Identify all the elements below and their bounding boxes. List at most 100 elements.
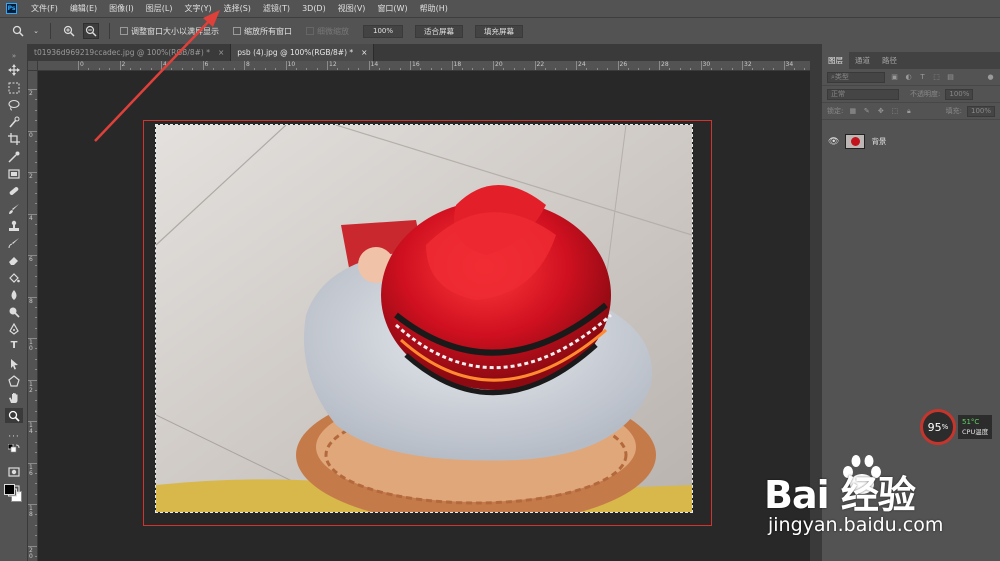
visibility-eye-icon[interactable]: 👁︎ <box>828 137 839 147</box>
zoom-in-icon[interactable] <box>61 23 77 39</box>
document-tab-active[interactable]: psb (4).jpg @ 100%(RGB/8#) * × <box>231 44 375 61</box>
tab-channels[interactable]: 通道 <box>849 52 876 69</box>
shape-filter-icon[interactable]: ⬚ <box>932 73 941 82</box>
menu-layer[interactable]: 图层(L) <box>140 3 179 14</box>
hand-tool-icon[interactable] <box>5 390 23 405</box>
menu-help[interactable]: 帮助(H) <box>414 3 454 14</box>
vertical-ruler[interactable]: 2 0 2 4 6 8 1 0 1 2 1 4 1 6 1 8 2 0 <box>28 61 38 561</box>
ruler-tick <box>28 545 37 547</box>
ruler-tick <box>576 61 577 70</box>
path-selection-tool-icon[interactable] <box>5 356 23 371</box>
foreground-color-swatch[interactable] <box>4 484 15 495</box>
layer-thumbnail <box>845 134 866 149</box>
pen-tool-icon[interactable] <box>5 321 23 336</box>
eyedropper-tool-icon[interactable] <box>5 149 23 164</box>
checkbox-box[interactable] <box>233 27 241 35</box>
lock-artboard-icon[interactable]: ⬚ <box>890 107 899 116</box>
blend-opacity-row: 正常 不透明度: 100% <box>822 86 1000 103</box>
tab-layers[interactable]: 图层 <box>822 52 849 69</box>
lock-position-icon[interactable]: ✥ <box>876 107 885 116</box>
ruler-label: 26 <box>619 61 628 68</box>
document-tab[interactable]: t01936d969219ccadec.jpg @ 100%(RGB/8#) *… <box>28 44 232 61</box>
type-filter-icon[interactable]: T <box>918 73 927 82</box>
document-image[interactable] <box>155 124 693 513</box>
fill-screen-button[interactable]: 填充屏幕 <box>475 24 523 38</box>
lock-fill-row: 锁定: ▦ ✎ ✥ ⬚ 🔒︎ 填充: 100% <box>822 103 1000 120</box>
menu-type[interactable]: 文字(Y) <box>178 3 217 14</box>
quick-mask-icon[interactable] <box>5 464 23 479</box>
menu-select[interactable]: 选择(S) <box>218 3 257 14</box>
menu-3d[interactable]: 3D(D) <box>296 4 332 13</box>
close-icon[interactable]: × <box>361 48 367 57</box>
clone-stamp-tool-icon[interactable] <box>5 218 23 233</box>
eraser-tool-icon[interactable] <box>5 252 23 267</box>
ruler-label: 1 6 <box>29 463 33 477</box>
collapse-toolbar-icon[interactable]: » <box>5 48 23 63</box>
divider <box>109 23 110 39</box>
layer-row-background[interactable]: 👁︎ 背景 <box>822 131 1000 152</box>
filter-toggle-icon[interactable]: ● <box>986 73 995 82</box>
blend-mode-select[interactable]: 正常 <box>827 88 899 100</box>
ruler-label: 2 <box>29 173 33 180</box>
ruler-label: 2 <box>29 90 33 97</box>
shape-tool-icon[interactable] <box>5 373 23 388</box>
tab-paths[interactable]: 路径 <box>876 52 903 69</box>
checkbox-box[interactable] <box>120 27 128 35</box>
document-tab-bar: t01936d969219ccadec.jpg @ 100%(RGB/8#) *… <box>28 44 810 61</box>
zoom-out-icon[interactable] <box>83 23 99 39</box>
ruler-tick <box>119 61 121 70</box>
paint-bucket-tool-icon[interactable] <box>5 270 23 285</box>
quick-selection-tool-icon[interactable] <box>5 114 23 129</box>
lasso-tool-icon[interactable] <box>5 97 23 112</box>
ruler-tick <box>285 61 287 70</box>
photoshop-logo: Ps <box>6 3 17 14</box>
cpu-temp-label: CPU温度 <box>962 428 989 436</box>
scrubby-zoom-checkbox[interactable]: 细微缩放 <box>306 26 349 37</box>
close-icon[interactable]: × <box>218 48 224 57</box>
default-colors-icon[interactable] <box>5 442 23 457</box>
zoom-level-field[interactable]: 100% <box>363 24 403 38</box>
zoom-all-windows-checkbox[interactable]: 缩放所有窗口 <box>233 26 292 37</box>
canvas-area[interactable] <box>38 71 810 561</box>
move-tool-icon[interactable] <box>5 62 23 77</box>
lock-all-icon[interactable]: 🔒︎ <box>904 107 913 116</box>
ruler-label: 32 <box>744 61 752 68</box>
resize-windows-checkbox[interactable]: 调整窗口大小以满屏显示 <box>120 26 219 37</box>
blur-tool-icon[interactable] <box>5 287 23 302</box>
opacity-label: 不透明度: <box>910 90 941 98</box>
fit-screen-button[interactable]: 适合屏幕 <box>415 24 463 38</box>
horizontal-ruler[interactable]: 0 2 4 6 8 10 12 14 16 18 20 22 24 26 28 30 32 34 <box>38 61 810 71</box>
menu-window[interactable]: 窗口(W) <box>371 3 413 14</box>
adjustment-filter-icon[interactable]: ◐ <box>904 73 913 82</box>
ruler-tick <box>700 61 702 70</box>
brush-tool-icon[interactable] <box>5 201 23 216</box>
lock-pixels-icon[interactable]: ✎ <box>862 107 871 116</box>
checkbox-box[interactable] <box>306 27 314 35</box>
menu-view[interactable]: 视图(V) <box>332 3 372 14</box>
chevron-down-icon[interactable]: ⌄ <box>32 23 40 39</box>
smart-object-filter-icon[interactable]: ▤ <box>946 73 955 82</box>
marquee-tool-icon[interactable] <box>5 80 23 95</box>
panel-tabs: 图层 通道 路径 <box>822 52 1000 69</box>
layer-filter-select[interactable]: ⌕ 类型 <box>827 71 885 83</box>
healing-brush-tool-icon[interactable] <box>5 183 23 198</box>
type-tool-icon[interactable]: T <box>5 338 23 353</box>
cpu-monitor-widget[interactable]: 95% 51°C CPU温度 <box>920 409 998 445</box>
menu-filter[interactable]: 滤镜(T) <box>257 3 296 14</box>
ruler-label: 6 <box>204 61 209 68</box>
menu-edit[interactable]: 编辑(E) <box>64 3 103 14</box>
ruler-tick <box>783 61 785 70</box>
zoom-tool-icon[interactable] <box>5 408 23 423</box>
lock-transparent-icon[interactable]: ▦ <box>848 107 857 116</box>
zoom-tool-preset-icon[interactable] <box>10 23 26 39</box>
fill-field[interactable]: 100% <box>967 105 995 117</box>
crop-tool-icon[interactable] <box>5 131 23 146</box>
opacity-field[interactable]: 100% <box>945 88 974 100</box>
frame-tool-icon[interactable] <box>5 166 23 181</box>
dodge-tool-icon[interactable] <box>5 304 23 319</box>
menu-file[interactable]: 文件(F) <box>25 3 64 14</box>
pixel-filter-icon[interactable]: ▣ <box>890 73 899 82</box>
menu-image[interactable]: 图像(I) <box>103 3 140 14</box>
history-brush-tool-icon[interactable] <box>5 235 23 250</box>
ruler-corner[interactable] <box>28 61 38 71</box>
